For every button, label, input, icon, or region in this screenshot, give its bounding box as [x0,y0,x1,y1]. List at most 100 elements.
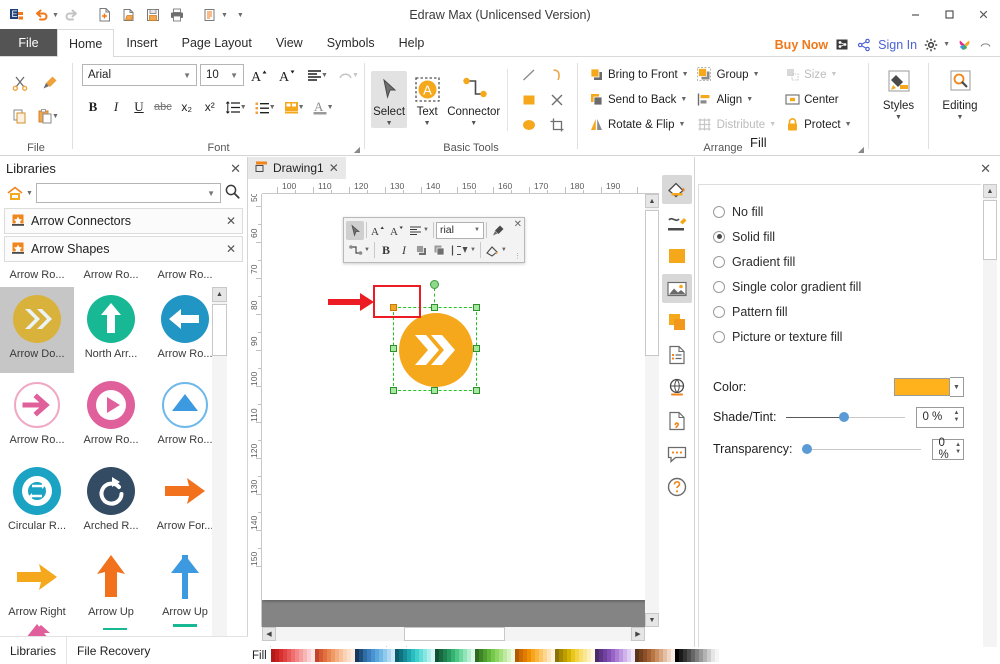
send-to-back-button[interactable]: Send to Back ▼ [584,88,693,112]
shape-item-arrow-up-orange[interactable]: Arrow Up [74,545,148,631]
sign-in-link[interactable]: Sign In [878,38,917,52]
tab-file[interactable]: File [0,29,57,56]
mini-bold[interactable]: B [377,241,395,260]
cut-button[interactable] [6,69,34,97]
floating-format-toolbar[interactable]: ✕ A A ▼ rial ▼ ▼ B I ▼ ▼ ⋮ [343,217,525,263]
editing-button[interactable]: Editing ▼ [935,65,985,122]
font-family-select[interactable]: Arial ▼ [82,64,197,86]
library-search-field[interactable] [40,187,205,199]
chevron-down-icon[interactable]: ▼ [678,121,685,128]
transparency-slider[interactable] [802,442,922,456]
shade-tint-slider-knob[interactable] [839,412,850,422]
transparency-stepper[interactable]: ▲ ▼ [953,440,963,459]
tab-help[interactable]: Help [387,29,437,56]
mini-font-family-select[interactable]: rial ▼ [435,221,484,239]
comment-icon[interactable] [662,439,692,468]
radio-gradient-fill[interactable] [713,255,725,268]
mini-align[interactable]: ▼ [407,221,431,240]
chevron-down-icon[interactable]: ▼ [957,113,964,122]
edraw-logo-icon[interactable]: E [6,4,28,26]
curve-text-button[interactable]: ▼ [334,63,362,87]
close-libraries-icon[interactable]: ✕ [230,161,241,177]
resize-handle-top-right[interactable] [473,303,480,311]
protect-button[interactable]: Protect ▼ [780,113,855,137]
close-library-group-icon[interactable]: ✕ [226,242,236,256]
bring-to-front-button[interactable]: Bring to Front ▼ [584,63,693,87]
line-shape-button[interactable] [517,64,541,86]
paste-dropdown-icon[interactable]: ▼ [52,113,59,120]
radio-solid-fill[interactable] [713,230,725,243]
customize-qat-icon[interactable]: ▼ [237,12,244,19]
radio-pattern-fill[interactable] [713,305,725,318]
canvas-scroll-down-button[interactable]: ▼ [645,613,659,627]
library-group-arrow-connectors[interactable]: Arrow Connectors ✕ [4,208,243,234]
shape-item-north-arrow[interactable]: North Arr... [74,287,148,373]
canvas-vertical-scrollbar[interactable]: ▲ ▼ [645,194,659,627]
shade-tint-stepper[interactable]: ▲ ▼ [950,408,963,427]
home-library-icon[interactable] [6,185,25,202]
radio-single-color-gradient-fill[interactable] [713,280,725,293]
fill-option-gradient-fill[interactable]: Gradient fill [713,249,981,274]
picture-icon[interactable] [661,274,692,303]
close-document-icon[interactable]: ✕ [329,161,339,175]
close-shape-button[interactable] [545,89,569,111]
mini-align-distribute[interactable]: ▼ [449,241,478,260]
align-text-button[interactable]: ▼ [303,63,331,87]
print-icon[interactable] [166,4,188,26]
tab-page-layout[interactable]: Page Layout [170,29,264,56]
italic-button[interactable]: I [105,95,127,119]
select-tool-button[interactable]: Select ▼ [371,71,408,128]
fill-option-no-fill[interactable]: No fill [713,199,981,224]
font-size-select[interactable]: 10 ▼ [200,64,244,86]
shape-item-arrow-up-blue[interactable]: Arrow Up [148,545,222,631]
tab-view[interactable]: View [264,29,315,56]
tab-file-recovery[interactable]: File Recovery [66,636,160,664]
vertical-ruler[interactable]: 50 60 70 80 90 100 110 120 130 140 150 [248,194,262,627]
text-list-icon[interactable] [662,340,692,369]
attachment-icon[interactable] [662,406,692,435]
chevron-down-icon[interactable]: ▼ [470,119,477,128]
mini-select-tool[interactable] [346,220,364,240]
close-library-group-icon[interactable]: ✕ [226,214,236,228]
grow-font-button[interactable]: A [247,63,272,87]
settings-dropdown-icon[interactable]: ▼ [943,41,950,48]
undo-icon[interactable] [30,4,52,26]
close-button[interactable] [966,0,1000,28]
align-button[interactable]: Align ▼ [693,88,781,112]
buy-now-link[interactable]: Buy Now [775,38,828,52]
shape-item-arrow-round-left[interactable]: Arrow Ro... [148,287,222,373]
minimize-button[interactable] [898,0,932,28]
shade-tint-spinner[interactable]: 0 % ▲ ▼ [916,406,964,428]
shape-item-arched-refresh[interactable]: Arched R... [74,459,148,545]
group-button[interactable]: Group ▼ [693,63,781,87]
tab-libraries[interactable]: Libraries [0,637,66,664]
horizontal-ruler[interactable]: 100 110 120 130 140 150 160 170 180 190 [262,179,659,194]
save-icon[interactable] [142,4,164,26]
library-search-input[interactable]: ▼ [35,183,221,203]
connector-tool-button[interactable]: Connector ▼ [447,71,500,128]
shape-item-arrow-right[interactable]: Arrow Right [0,545,74,631]
text-highlight-button[interactable]: ▼ [280,95,308,119]
fill-option-picture-or-texture-fill[interactable]: Picture or texture fill [713,324,981,349]
mini-italic[interactable]: I [395,241,413,260]
size-button[interactable]: Size ▼ [780,63,855,87]
mini-grow-font[interactable]: A [369,221,388,240]
canvas-scroll-up-button[interactable]: ▲ [645,194,659,208]
mini-shrink-font[interactable]: A [388,221,407,240]
home-dropdown-icon[interactable]: ▼ [26,190,33,197]
mini-fill-color[interactable]: ▼ [483,241,509,260]
gear-icon[interactable] [924,38,938,52]
canvas-scroll-right-button[interactable]: ▶ [631,627,645,641]
library-scrollbar[interactable]: ▲ ▼ [212,287,227,664]
toolbar-drag-handle[interactable]: ⋮ [514,253,521,260]
close-fill-panel-icon[interactable]: ✕ [980,161,991,177]
chevron-down-icon[interactable]: ▼ [386,119,393,128]
edraw-cloud-icon[interactable] [957,37,972,52]
fill-color-swatch[interactable] [894,378,950,396]
crop-shape-button[interactable] [545,114,569,136]
shrink-font-button[interactable]: A [275,63,300,87]
chevron-down-icon[interactable]: ▼ [424,119,431,128]
underline-button[interactable]: U [128,95,150,119]
mini-send-backward[interactable] [431,241,449,260]
radio-picture-or-texture-fill[interactable] [713,330,725,343]
